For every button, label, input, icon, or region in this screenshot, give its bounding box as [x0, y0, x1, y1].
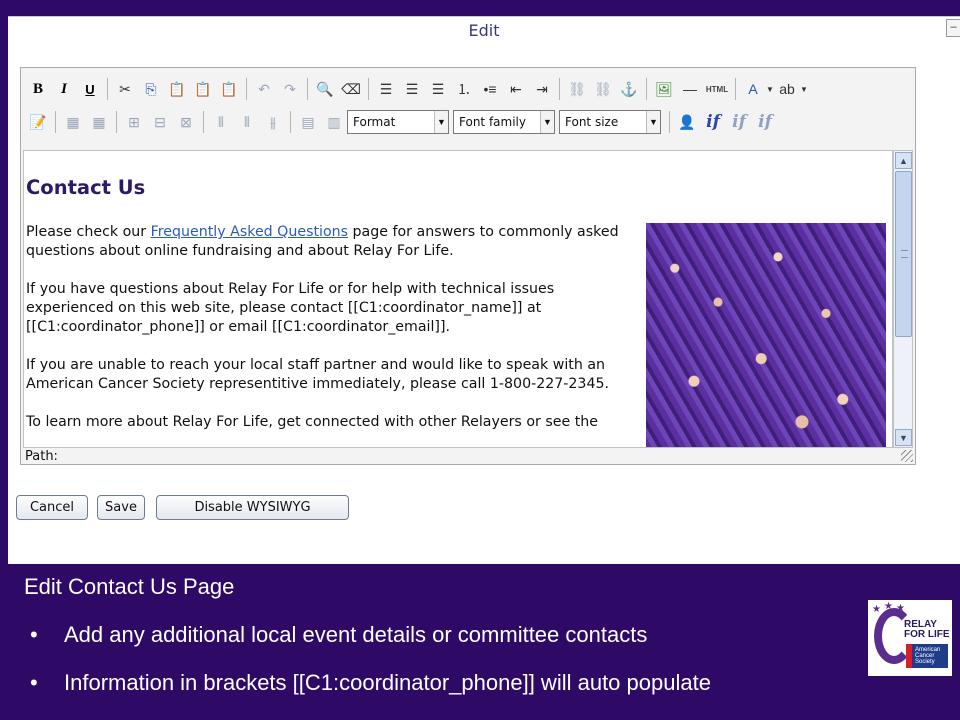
bullet-item: • Add any additional local event details … [30, 622, 648, 647]
cut-icon[interactable]: ✂ [113, 77, 137, 101]
resize-handle-icon[interactable] [901, 450, 913, 462]
edit-style-icon[interactable]: 📝 [26, 110, 50, 134]
toolbar-separator [246, 78, 247, 100]
path-bar: Path: [25, 449, 58, 464]
align-right-icon[interactable]: ☰ [426, 77, 450, 101]
toolbar-row-2: 📝 ▦ ▦ ⊞ ⊟ ⊠ ⫴ ⫴ ⫵ ▤ ▥ Format ▼ Font family ▼ Font size ▼… [25, 108, 778, 136]
chevron-down-icon[interactable]: ▼ [540, 111, 554, 133]
toolbar-separator [107, 78, 108, 100]
scroll-up-icon[interactable]: ▲ [895, 152, 912, 169]
bullet-item: • Information in brackets [[C1:coordinato… [30, 670, 711, 695]
faq-link[interactable]: Frequently Asked Questions [151, 224, 348, 240]
if-else-icon[interactable]: if [753, 110, 777, 134]
toolbar-separator [735, 78, 736, 100]
text-color-icon[interactable]: A [741, 77, 765, 101]
insert-col-icon[interactable]: ⫴ [209, 110, 233, 134]
if-icon[interactable]: if [701, 110, 725, 134]
bullet-list-icon[interactable]: •≡ [478, 77, 502, 101]
toolbar-separator [669, 111, 670, 133]
paragraph-faq: Please check our Frequently Asked Questi… [26, 224, 619, 259]
toolbar-separator [55, 111, 56, 133]
highlight-color-icon[interactable]: ab [775, 77, 799, 101]
scroll-thumb[interactable] [895, 171, 912, 337]
clean-format-icon[interactable]: ⌫ [339, 77, 363, 101]
toolbar-separator [307, 78, 308, 100]
toolbar-separator [559, 78, 560, 100]
paragraph-more: To learn more about Relay For Life, get … [26, 414, 598, 430]
cancel-button[interactable]: Cancel [16, 495, 88, 520]
paste-text-icon[interactable]: 📋 [191, 77, 215, 101]
table-props-icon[interactable]: ▦ [87, 110, 111, 134]
merge-cells-icon[interactable]: ▤ [296, 110, 320, 134]
toolbar-row-1: B I U ✂ ⎘ 📋 📋 📋 ↶ ↷ 🔍 ⌫ ☰ ☰ ☰ ⒈ •≡ ⇤ ⇥ ⛓ ⛓ ⚓ 🖼 — HTML A ▼ ab ▼ [25, 75, 808, 103]
link-icon[interactable]: ⛓ [565, 77, 589, 101]
page-heading: Contact Us [26, 176, 146, 199]
scroll-down-icon[interactable]: ▼ [895, 429, 912, 446]
paragraph-staff: If you are unable to reach your local st… [26, 357, 610, 392]
delete-col-icon[interactable]: ⫵ [261, 110, 285, 134]
minimize-tab[interactable]: – [946, 19, 960, 37]
chevron-down-icon[interactable]: ▼ [434, 111, 448, 133]
footer-title: Edit Contact Us Page [24, 574, 235, 599]
dropdown-arrow-icon[interactable]: ▼ [800, 85, 808, 94]
toolbar-separator [116, 111, 117, 133]
disable-wysiwyg-button[interactable]: Disable WYSIWYG [156, 495, 349, 520]
align-center-icon[interactable]: ☰ [400, 77, 424, 101]
indent-icon[interactable]: ⇥ [530, 77, 554, 101]
bold-button[interactable]: B [26, 77, 50, 101]
anchor-icon[interactable]: ⚓ [617, 77, 641, 101]
toolbar-separator [203, 111, 204, 133]
font-family-select[interactable]: Font family ▼ [453, 110, 555, 134]
underline-button[interactable]: U [78, 77, 102, 101]
toolbar-separator [646, 78, 647, 100]
html-source-icon[interactable]: HTML [704, 77, 730, 101]
redo-icon[interactable]: ↷ [278, 77, 302, 101]
align-left-icon[interactable]: ☰ [374, 77, 398, 101]
slide-footer: Edit Contact Us Page • Add any additional… [0, 564, 960, 720]
editor-window: Edit – B I U ✂ ⎘ 📋 📋 📋 ↶ ↷ 🔍 ⌫ ☰ ☰ ☰ ⒈ •≡ ⇤ ⇥ ⛓ ⛓ ⚓ 🖼 — HTML A ▼ ab… [8, 16, 960, 564]
copy-icon[interactable]: ⎘ [139, 77, 163, 101]
paste-word-icon[interactable]: 📋 [217, 77, 241, 101]
wysiwyg-editor: B I U ✂ ⎘ 📋 📋 📋 ↶ ↷ 🔍 ⌫ ☰ ☰ ☰ ⒈ •≡ ⇤ ⇥ ⛓ ⛓ ⚓ 🖼 — HTML A ▼ ab ▼ 📝 ▦ ▦ ⊞ ⊟… [20, 67, 916, 465]
undo-icon[interactable]: ↶ [252, 77, 276, 101]
numbered-list-icon[interactable]: ⒈ [452, 77, 476, 101]
document-body[interactable]: Contact Us Please check our Frequently A… [26, 151, 636, 447]
insert-table-icon[interactable]: ▦ [61, 110, 85, 134]
insert-image-icon[interactable]: 🖼 [652, 77, 676, 101]
find-replace-icon[interactable]: 🔍 [313, 77, 337, 101]
horizontal-rule-icon[interactable]: — [678, 77, 702, 101]
toolbar-separator [290, 111, 291, 133]
outdent-icon[interactable]: ⇤ [504, 77, 528, 101]
crowd-photo [646, 223, 886, 447]
toolbar-separator [368, 78, 369, 100]
chevron-down-icon[interactable]: ▼ [646, 111, 660, 133]
paragraph-contact: If you have questions about Relay For Li… [26, 281, 555, 335]
unlink-icon[interactable]: ⛓ [591, 77, 615, 101]
dropdown-arrow-icon[interactable]: ▼ [766, 85, 774, 94]
font-size-select[interactable]: Font size ▼ [559, 110, 661, 134]
insert-field-icon[interactable]: 👤 [675, 110, 699, 134]
window-title: Edit [468, 21, 500, 40]
insert-col-after-icon[interactable]: ⫴ [235, 110, 259, 134]
save-button[interactable]: Save [97, 495, 145, 520]
if-edit-icon[interactable]: if [727, 110, 751, 134]
insert-row-icon[interactable]: ⊞ [122, 110, 146, 134]
content-scrollbar[interactable]: ▲ ▼ [893, 150, 913, 448]
italic-button[interactable]: I [52, 77, 76, 101]
format-select[interactable]: Format ▼ [347, 110, 449, 134]
paste-icon[interactable]: 📋 [165, 77, 189, 101]
content-area[interactable]: Contact Us Please check our Frequently A… [23, 150, 893, 448]
delete-row-icon[interactable]: ⊠ [174, 110, 198, 134]
insert-row-after-icon[interactable]: ⊟ [148, 110, 172, 134]
relay-for-life-logo: ★ ★ ★ RELAY FOR LIFE American Cancer Societ… [868, 600, 952, 676]
split-cells-icon[interactable]: ▥ [322, 110, 346, 134]
